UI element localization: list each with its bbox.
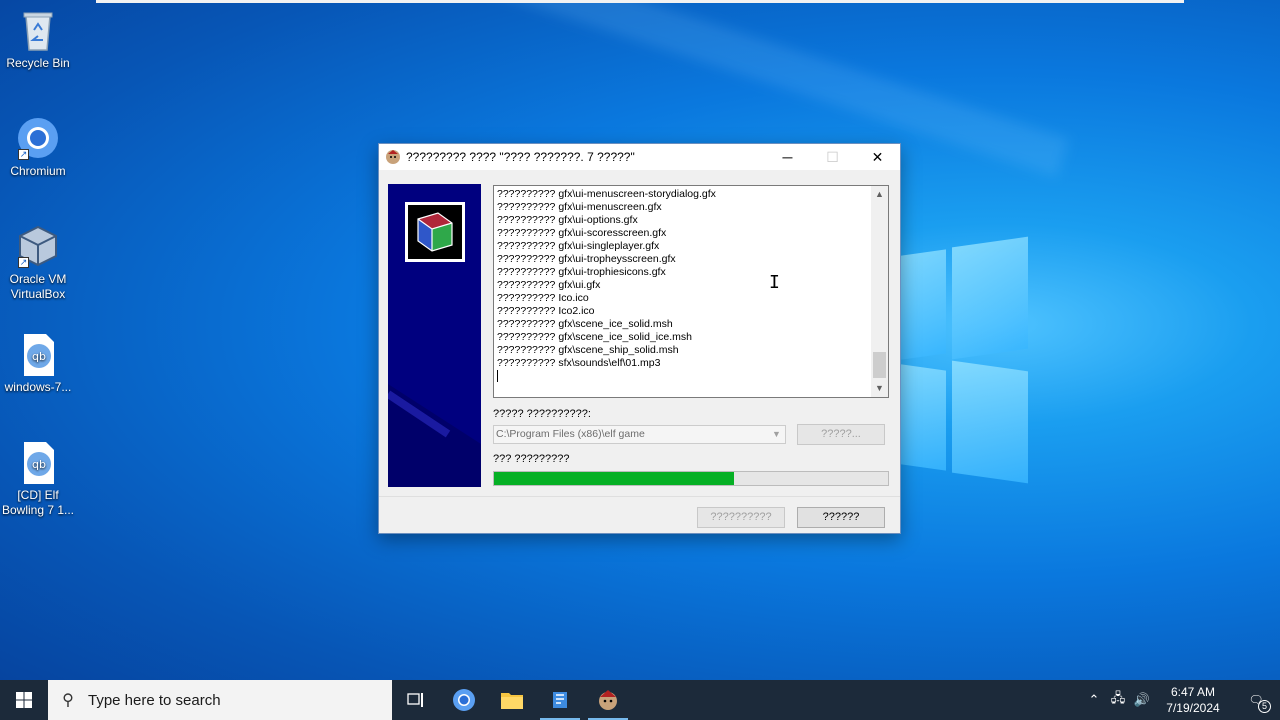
- install-folder-value: C:\Program Files (x86)\elf game: [496, 428, 645, 440]
- elf-app-icon: [599, 690, 617, 710]
- log-line: ?????????? gfx\scene_ice_solid_ice.msh: [497, 331, 692, 343]
- progress-label: ??? ?????????: [493, 453, 570, 465]
- log-line: ?????????? Ico2.ico: [497, 305, 595, 317]
- log-line: ?????????? gfx\ui-singleplayer.gfx: [497, 240, 660, 252]
- volume-icon[interactable]: 🔊: [1130, 692, 1154, 708]
- log-line: ?????????? gfx\ui-scoresscreen.gfx: [497, 227, 667, 239]
- virtualbox-icon: ↗: [16, 224, 60, 268]
- setup-icon: [553, 692, 567, 708]
- recycle-bin-icon: [16, 8, 60, 52]
- log-scrollbar[interactable]: ▲ ▼: [871, 186, 888, 397]
- cancel-button[interactable]: ??????: [797, 507, 885, 528]
- taskbar-clock[interactable]: 6:47 AM 7/19/2024: [1154, 684, 1232, 716]
- install-log-lines: ?????????? gfx\ui-menuscreen-storydialog…: [497, 188, 867, 370]
- desktop-icon-label: windows-7...: [4, 380, 72, 394]
- desktop-icon-label: Oracle VM VirtualBox: [9, 272, 67, 301]
- search-placeholder: Type here to search: [88, 691, 221, 709]
- start-button[interactable]: [0, 680, 48, 720]
- taskbar: ⚲ Type here to search ⌃ 🖧 🔊 6:47 AM 7/19…: [0, 680, 1280, 720]
- back-button: ??????????: [697, 507, 785, 528]
- desktop-icon-label: Chromium: [10, 164, 66, 178]
- notification-badge: 5: [1258, 700, 1271, 713]
- log-line: ?????????? Ico.ico: [497, 292, 589, 304]
- maximize-button: ☐: [826, 148, 839, 165]
- windows-logo-wallpaper: [880, 236, 1030, 484]
- installer-dialog: ????????? ???? "???? ???????. 7 ?????" ─…: [378, 143, 901, 534]
- chromium-icon: [453, 689, 475, 711]
- install-folder-combobox: C:\Program Files (x86)\elf game ▼: [493, 425, 786, 444]
- clock-time: 6:47 AM: [1170, 685, 1216, 699]
- svg-text:qb: qb: [32, 350, 46, 363]
- cube-logo-icon: [405, 202, 465, 262]
- desktop-icon-chromium[interactable]: ↗ Chromium: [0, 116, 76, 179]
- windows-start-icon: [16, 692, 32, 708]
- dialog-button-area: ?????????? ??????: [379, 496, 900, 533]
- taskbar-chromium[interactable]: [440, 680, 488, 720]
- install-log-textbox[interactable]: ?????????? gfx\ui-menuscreen-storydialog…: [493, 185, 889, 398]
- dialog-titlebar[interactable]: ????????? ???? "???? ???????. 7 ?????" ─…: [379, 144, 900, 170]
- text-cursor-icon: I: [769, 272, 780, 293]
- system-tray: ⌃ 🖧 🔊 6:47 AM 7/19/2024 🗨 5: [1082, 680, 1280, 720]
- task-view-button[interactable]: [392, 680, 440, 720]
- log-line: ?????????? gfx\scene_ship_solid.msh: [497, 344, 679, 356]
- search-icon: ⚲: [62, 692, 74, 709]
- chromium-icon: ↗: [16, 116, 60, 160]
- taskbar-file-explorer[interactable]: [488, 680, 536, 720]
- chevron-up-icon[interactable]: ⌃: [1082, 692, 1106, 708]
- log-line: ?????????? gfx\ui-tropheysscreen.gfx: [497, 253, 676, 265]
- desktop-icon-elf-bowling-torrent[interactable]: qb [CD] Elf Bowling 7 1...: [0, 440, 76, 518]
- install-folder-label: ????? ??????????:: [493, 408, 591, 420]
- log-line: ?????????? gfx\ui-menuscreen-storydialog…: [497, 188, 716, 200]
- folder-icon: [501, 693, 523, 709]
- scroll-up-icon[interactable]: ▲: [871, 186, 888, 203]
- scroll-down-icon[interactable]: ▼: [871, 380, 888, 397]
- install-progress-bar: [493, 471, 889, 486]
- desktop-icon-label: [CD] Elf Bowling 7 1...: [1, 488, 75, 517]
- taskbar-elf-bowling[interactable]: [584, 680, 632, 720]
- clock-date: 7/19/2024: [1166, 701, 1220, 715]
- log-line: ?????????? gfx\ui-menuscreen.gfx: [497, 201, 662, 213]
- log-line: ?????????? sfx\sounds\elf\01.mp3: [497, 357, 661, 369]
- taskbar-installer-setup[interactable]: [536, 680, 584, 720]
- top-edge-strip: [96, 0, 1184, 3]
- network-icon[interactable]: 🖧: [1106, 689, 1130, 711]
- text-caret: [497, 370, 498, 382]
- close-button[interactable]: ✕: [855, 144, 900, 170]
- elf-app-icon: [385, 149, 401, 165]
- dialog-title: ????????? ???? "???? ???????. 7 ?????": [406, 150, 635, 164]
- chevron-down-icon: ▼: [772, 429, 781, 439]
- desktop-icon-recycle-bin[interactable]: Recycle Bin: [0, 8, 76, 71]
- action-center-button[interactable]: 🗨 5: [1232, 693, 1280, 713]
- desktop-icon-windows-7-torrent[interactable]: qb windows-7...: [0, 332, 76, 395]
- log-line: ?????????? gfx\scene_ice_solid.msh: [497, 318, 673, 330]
- progress-fill: [494, 472, 735, 485]
- svg-text:qb: qb: [32, 458, 46, 471]
- scrollbar-thumb[interactable]: [873, 352, 886, 378]
- taskbar-search-box[interactable]: ⚲ Type here to search: [48, 680, 392, 720]
- desktop-icon-virtualbox[interactable]: ↗ Oracle VM VirtualBox: [0, 224, 76, 302]
- qbittorrent-file-icon: qb: [16, 332, 60, 376]
- desktop-icon-label: Recycle Bin: [6, 56, 70, 70]
- installer-side-banner: [388, 184, 481, 487]
- minimize-button[interactable]: ─: [765, 144, 810, 170]
- browse-button: ?????...: [797, 424, 885, 445]
- log-line: ?????????? gfx\ui-options.gfx: [497, 214, 638, 226]
- log-line: ?????????? gfx\ui.gfx: [497, 279, 601, 291]
- log-line: ?????????? gfx\ui-trophiesicons.gfx: [497, 266, 666, 278]
- task-view-icon: [407, 693, 423, 707]
- qbittorrent-file-icon: qb: [16, 440, 60, 484]
